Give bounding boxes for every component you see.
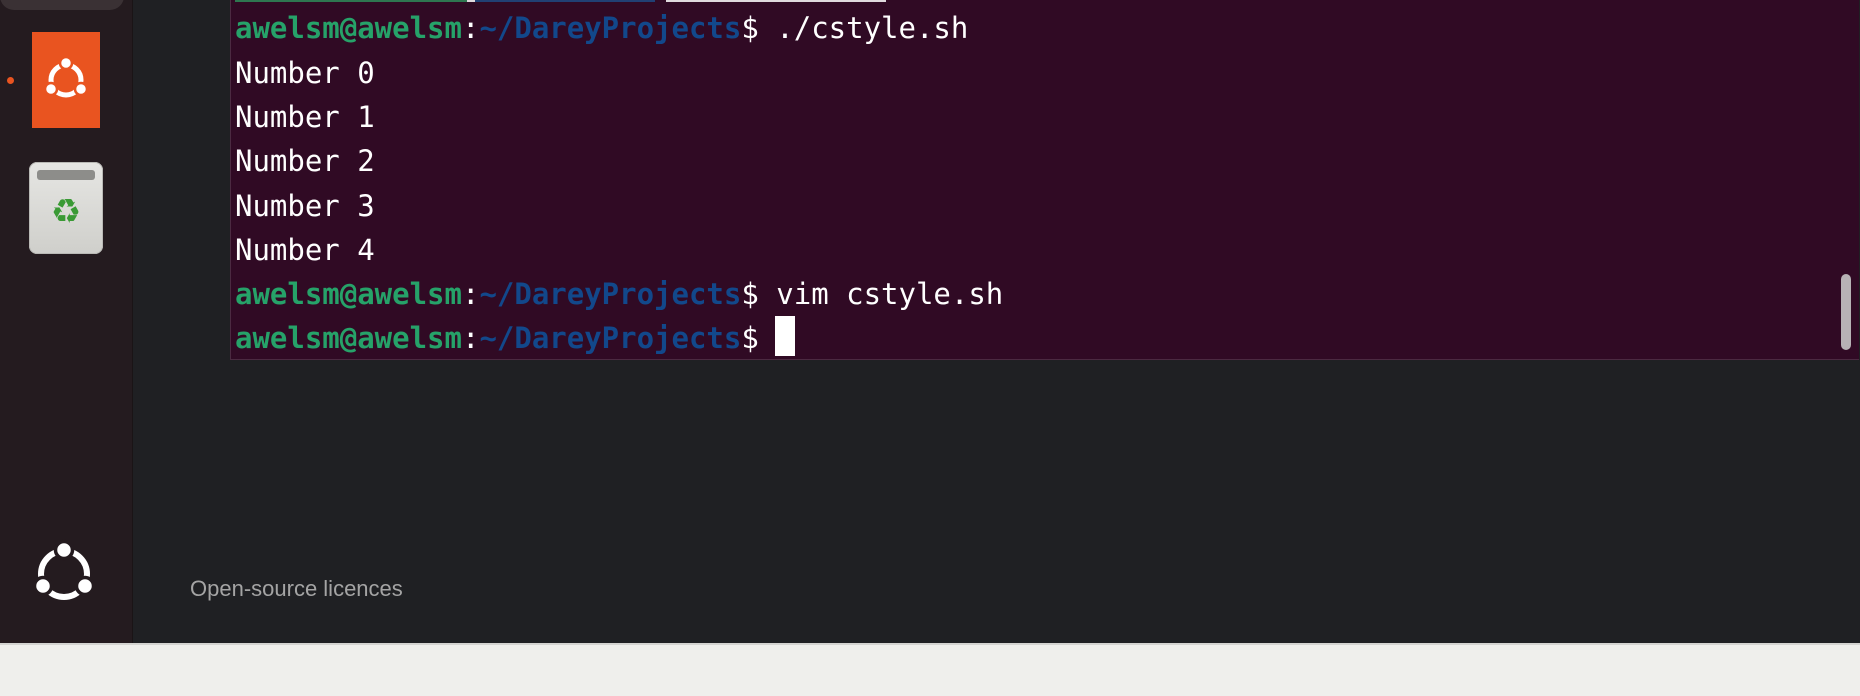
ubuntu-circle-icon	[32, 539, 96, 600]
prompt-colon: :	[461, 11, 480, 45]
terminal-scrollbar[interactable]	[1841, 274, 1851, 350]
text-cursor	[774, 316, 795, 356]
prompt-dollar: $	[741, 11, 759, 45]
prompt-path: ~/DareyProjects	[479, 277, 742, 311]
recycle-icon: ♻	[50, 192, 82, 232]
show-applications-button[interactable]	[28, 538, 100, 610]
prompt-user-host: awelsm@awelsm	[235, 321, 462, 355]
prompt-colon: :	[461, 277, 480, 311]
prompt-user-host: awelsm@awelsm	[235, 277, 462, 311]
terminal-output: Number 3	[235, 189, 375, 223]
terminal-output: Number 0	[235, 56, 375, 90]
bottom-panel	[0, 643, 1860, 696]
desktop: ♻ awelsm@awelsm:~/DareyProjects$ ./cstyl…	[0, 0, 1860, 696]
scrolled-line-fragment	[666, 0, 886, 2]
terminal-current-line[interactable]: awelsm@awelsm:~/DareyProjects$	[235, 316, 795, 360]
terminal-line: awelsm@awelsm:~/DareyProjects$ ./cstyle.…	[235, 6, 968, 50]
trash-lid	[37, 170, 95, 180]
terminal-command: vim cstyle.sh	[758, 277, 1004, 311]
terminal-output: Number 2	[235, 144, 375, 178]
prompt-user-host: awelsm@awelsm	[235, 11, 462, 45]
prompt-path: ~/DareyProjects	[479, 321, 742, 355]
terminal-output: Number 4	[235, 233, 375, 267]
prompt-dollar: $	[741, 277, 759, 311]
terminal-line: awelsm@awelsm:~/DareyProjects$ vim cstyl…	[235, 272, 1003, 316]
scrolled-line-fragment	[235, 0, 655, 2]
running-indicator	[7, 77, 14, 84]
open-source-licences-link[interactable]: Open-source licences	[190, 576, 403, 602]
prompt-dollar: $	[741, 321, 759, 355]
terminal-command: ./cstyle.sh	[758, 11, 969, 45]
terminal-output: Number 1	[235, 100, 375, 134]
dock: ♻	[0, 0, 133, 643]
dock-app-partial[interactable]	[0, 0, 124, 10]
prompt-path: ~/DareyProjects	[479, 11, 742, 45]
prompt-colon: :	[461, 321, 480, 355]
dock-app-ubuntu-software[interactable]	[32, 32, 100, 128]
dock-app-trash[interactable]: ♻	[29, 162, 103, 254]
terminal-window[interactable]: awelsm@awelsm:~/DareyProjects$ ./cstyle.…	[230, 0, 1859, 360]
ubuntu-logo-icon	[43, 55, 89, 98]
